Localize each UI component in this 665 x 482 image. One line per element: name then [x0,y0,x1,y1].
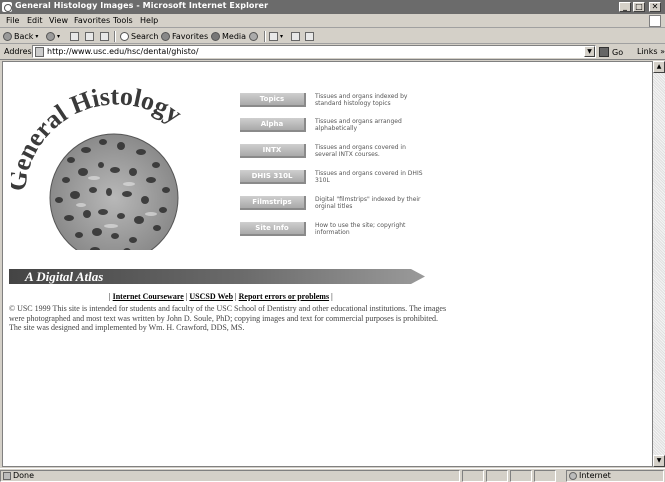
window-title: General Histology Images - Microsoft Int… [15,1,269,10]
back-dropdown-icon[interactable]: ▾ [35,33,38,40]
zone-label: Internet [579,471,611,480]
forward-dropdown-icon[interactable]: ▾ [57,33,60,40]
toolbar: Back ▾ ▾ Search Favorites Media ▾ [0,29,665,44]
forward-button[interactable]: ▾ [46,31,60,42]
status-text: Done [13,471,35,480]
menu-help[interactable]: Help [140,16,158,25]
toolbar-separator [264,31,266,42]
page-done-icon [3,472,11,480]
media-icon [211,32,220,41]
minimize-button[interactable]: _ [619,2,631,12]
history-icon [249,32,258,41]
address-input[interactable]: http://www.usc.edu/hsc/dental/ghisto/ ▼ [32,45,596,58]
go-arrow-icon [599,47,609,57]
nav-topics-button[interactable]: Topics [240,93,306,107]
footer-links: | Internet Courseware | USCSD Web | Repo… [109,292,333,301]
globe-icon [569,472,577,480]
windows-logo-icon [649,15,661,27]
ie-app-icon [2,2,12,12]
nav-filmstrips-button[interactable]: Filmstrips [240,196,306,210]
nav-intx-button[interactable]: INTX [240,144,306,158]
scroll-down-icon[interactable]: ▼ [653,455,665,467]
favorites-label: Favorites [172,32,209,41]
maximize-button[interactable]: □ [633,2,645,12]
print-button[interactable] [291,31,300,42]
stop-icon [70,32,79,41]
page-icon [35,47,44,57]
menu-view[interactable]: View [49,16,68,25]
nav-intx-description: Tissues and organs covered in several IN… [315,144,406,158]
mail-icon [269,32,278,41]
general-histology-logo: General Histology [11,81,187,250]
nav-alpha-button[interactable]: Alpha [240,118,306,132]
back-label: Back [14,32,34,41]
search-button[interactable]: Search [120,31,158,42]
close-button[interactable]: ✕ [649,2,661,12]
histology-micrograph [50,134,178,250]
scroll-up-icon[interactable]: ▲ [653,61,665,73]
back-arrow-icon [3,32,12,41]
media-label: Media [222,32,247,41]
stop-button[interactable] [70,31,79,42]
address-dropdown-icon[interactable]: ▼ [584,46,595,57]
edit-button[interactable] [305,31,314,42]
status-text-cell: Done [0,470,460,482]
nav-dhis-description: Tissues and organs covered in DHIS 310L [315,170,423,184]
menu-bar: File Edit View Favorites Tools Help [0,14,665,28]
search-icon [120,32,129,41]
nav-siteinfo-description: How to use the site; copyright informati… [315,222,406,236]
links-button[interactable]: Links » [637,47,665,56]
status-cell [462,470,484,482]
vertical-scrollbar[interactable]: ▲ ▼ [653,61,665,467]
menu-tools[interactable]: Tools [113,16,133,25]
browser-window: General Histology Images - Microsoft Int… [0,0,665,482]
status-cell [510,470,532,482]
status-cell [534,470,556,482]
search-label: Search [131,32,159,41]
security-zone: Internet [566,470,664,482]
menu-edit[interactable]: Edit [27,16,43,25]
home-button[interactable] [100,31,109,42]
nav-siteinfo-button[interactable]: Site Info [240,222,306,236]
address-url[interactable]: http://www.usc.edu/hsc/dental/ghisto/ [47,47,199,56]
nav-alpha-description: Tissues and organs arranged alphabetical… [315,118,402,132]
uscsd-web-link[interactable]: USCSD Web [189,292,233,301]
nav-filmstrips-description: Digital "filmstrips" indexed by their or… [315,196,421,210]
title-bar: General Histology Images - Microsoft Int… [0,0,665,14]
print-icon [291,32,300,41]
home-icon [100,32,109,41]
links-label: Links [637,47,658,56]
banner-text: A Digital Atlas [24,269,103,284]
copyright-text: © USC 1999 This site is intended for stu… [9,304,447,332]
star-icon [161,32,170,41]
menu-file[interactable]: File [6,16,19,25]
forward-arrow-icon [46,32,55,41]
nav-dhis-button[interactable]: DHIS 310L [240,170,306,184]
internet-courseware-link[interactable]: Internet Courseware [113,292,184,301]
page-viewport[interactable]: General Histology Topics Tissues and org… [2,61,653,467]
back-button[interactable]: Back ▾ [3,31,38,42]
nav-topics-description: Tissues and organs indexed by standard h… [315,93,408,107]
refresh-icon [85,32,94,41]
toolbar-separator [114,31,116,42]
mail-dropdown-icon[interactable]: ▾ [280,33,283,40]
refresh-button[interactable] [85,31,94,42]
status-cell [486,470,508,482]
history-button[interactable] [249,31,258,42]
go-label: Go [612,47,624,57]
address-bar: Address http://www.usc.edu/hsc/dental/gh… [0,44,665,60]
favorites-button[interactable]: Favorites [161,31,208,42]
go-button[interactable]: Go [599,47,623,57]
menu-favorites[interactable]: Favorites [74,16,110,25]
media-button[interactable]: Media [211,31,246,42]
report-errors-link[interactable]: Report errors or problems [239,292,329,301]
mail-button[interactable]: ▾ [269,31,283,42]
status-bar: Done Internet [0,468,665,482]
edit-icon [305,32,314,41]
digital-atlas-banner: A Digital Atlas [9,269,425,284]
